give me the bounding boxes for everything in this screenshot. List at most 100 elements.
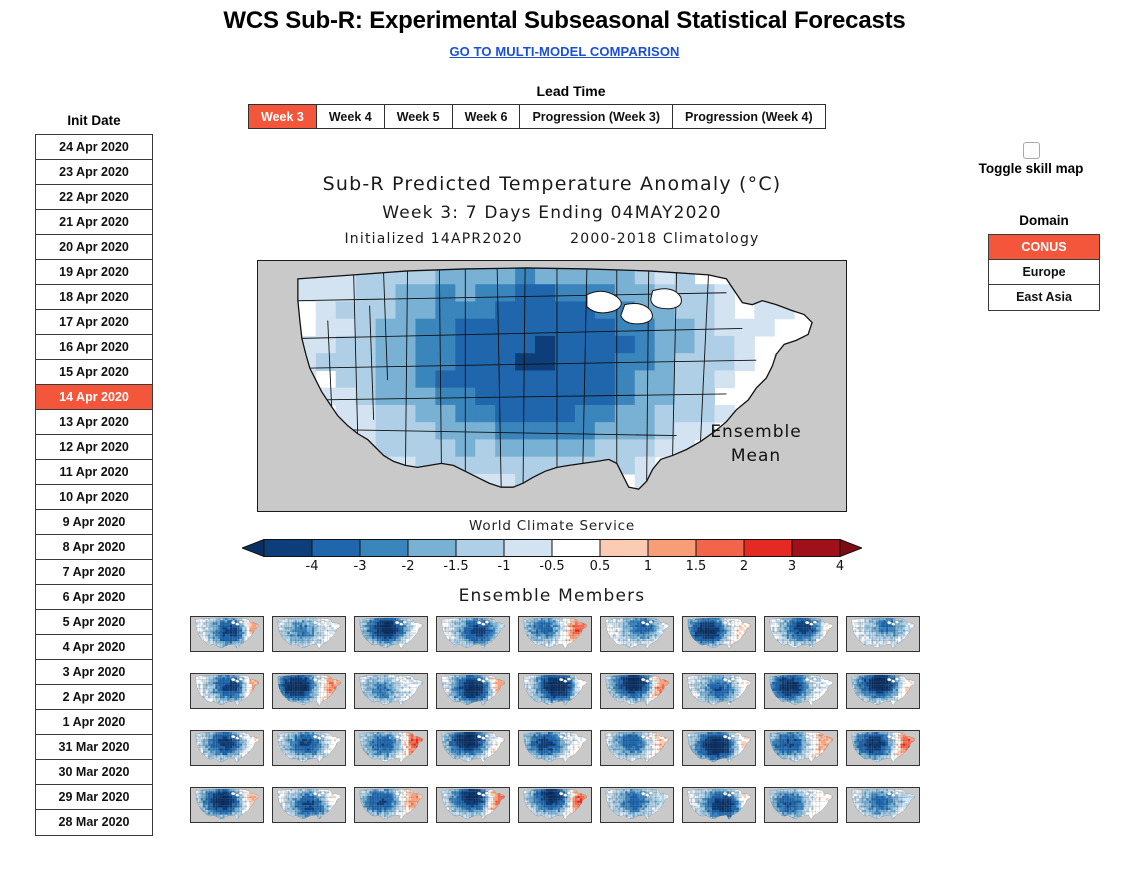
ensemble-member-thumbnail[interactable] <box>764 787 838 823</box>
ensemble-members-grid <box>182 616 928 823</box>
ensemble-member-thumbnail[interactable] <box>764 616 838 652</box>
figure-climatology-text: 2000-2018 Climatology <box>570 231 760 247</box>
ensemble-member-thumbnail[interactable] <box>600 616 674 652</box>
init-date-item[interactable]: 30 Mar 2020 <box>36 760 152 785</box>
ensemble-member-thumbnail[interactable] <box>436 616 510 652</box>
colorbar-tick: 1.5 <box>685 559 707 574</box>
init-date-item[interactable]: 3 Apr 2020 <box>36 660 152 685</box>
ensemble-member-thumbnail[interactable] <box>764 673 838 709</box>
ensemble-member-thumbnail[interactable] <box>518 730 592 766</box>
init-date-item[interactable]: 10 Apr 2020 <box>36 485 152 510</box>
lead-time-tab-2[interactable]: Week 4 <box>316 105 385 128</box>
init-date-item[interactable]: 15 Apr 2020 <box>36 360 152 385</box>
lead-time-tabs: Week 3 Week 4 Week 5 Week 6 Progression (Wee… <box>248 104 826 129</box>
colorbar-tick: -4 <box>305 559 319 574</box>
colorbar-tick: -1.5 <box>443 559 469 574</box>
ensemble-member-thumbnail[interactable] <box>518 616 592 652</box>
ensemble-member-thumbnail[interactable] <box>354 616 428 652</box>
colorbar: World Climate Service -4 -3 -2 -1.5 -1 -0.5 0.… <box>242 518 862 576</box>
ensemble-member-thumbnail[interactable] <box>272 730 346 766</box>
ensemble-member-thumbnail[interactable] <box>272 616 346 652</box>
ensemble-member-thumbnail[interactable] <box>682 730 756 766</box>
init-date-item[interactable]: 4 Apr 2020 <box>36 635 152 660</box>
colorbar-tick-labels: -4 -3 -2 -1.5 -1 -0.5 0.5 1 1.5 2 3 4 <box>242 559 862 575</box>
ensemble-member-thumbnail[interactable] <box>600 730 674 766</box>
colorbar-tick: 2 <box>739 559 749 574</box>
init-date-item[interactable]: 12 Apr 2020 <box>36 435 152 460</box>
ensemble-member-thumbnail[interactable] <box>846 673 920 709</box>
ensemble-member-thumbnail[interactable] <box>354 673 428 709</box>
domain-item-conus[interactable]: CONUS <box>989 235 1099 260</box>
colorbar-swatches <box>242 539 862 557</box>
ensemble-member-thumbnail[interactable] <box>436 673 510 709</box>
colorbar-tick: 1 <box>643 559 653 574</box>
ensemble-member-thumbnail[interactable] <box>846 730 920 766</box>
ensemble-member-thumbnail[interactable] <box>518 787 592 823</box>
page-title: WCS Sub-R: Experimental Subseasonal Stat… <box>223 7 906 34</box>
init-date-item[interactable]: 21 Apr 2020 <box>36 210 152 235</box>
app-root: WCS Sub-R: Experimental Subseasonal Stat… <box>0 0 1129 879</box>
ensemble-member-thumbnail[interactable] <box>600 787 674 823</box>
ensemble-member-thumbnail[interactable] <box>764 730 838 766</box>
ensemble-member-thumbnail[interactable] <box>190 730 264 766</box>
init-date-item[interactable]: 24 Apr 2020 <box>36 135 152 160</box>
ensemble-member-thumbnail[interactable] <box>682 616 756 652</box>
ensemble-member-thumbnail[interactable] <box>272 787 346 823</box>
figure-initialized-text: Initialized 14APR2020 <box>344 231 523 247</box>
forecast-figure: Sub-R Predicted Temperature Anomaly (°C)… <box>182 165 922 865</box>
main-map-wrap: Ensemble Mean <box>257 260 847 512</box>
domain-list: CONUS Europe East Asia <box>988 234 1100 311</box>
domain-label: Domain <box>1019 213 1069 228</box>
init-date-item[interactable]: 8 Apr 2020 <box>36 535 152 560</box>
ensemble-member-thumbnail[interactable] <box>190 787 264 823</box>
ensemble-member-thumbnail[interactable] <box>436 787 510 823</box>
lead-time-tab-4[interactable]: Week 6 <box>452 105 521 128</box>
init-date-item[interactable]: 16 Apr 2020 <box>36 335 152 360</box>
ensemble-member-thumbnail[interactable] <box>190 673 264 709</box>
init-date-item[interactable]: 2 Apr 2020 <box>36 685 152 710</box>
init-date-item[interactable]: 18 Apr 2020 <box>36 285 152 310</box>
init-date-item[interactable]: 28 Mar 2020 <box>36 810 152 835</box>
ensemble-member-thumbnail[interactable] <box>354 730 428 766</box>
toggle-skill-map-checkbox[interactable] <box>1023 142 1040 159</box>
lead-time-tab-1[interactable]: Week 3 <box>249 105 317 128</box>
ensemble-member-thumbnail[interactable] <box>190 616 264 652</box>
lead-time-tab-5[interactable]: Progression (Week 3) <box>520 105 674 128</box>
init-date-item[interactable]: 13 Apr 2020 <box>36 410 152 435</box>
lead-time-tab-3[interactable]: Week 5 <box>384 105 453 128</box>
ensemble-member-thumbnail[interactable] <box>272 673 346 709</box>
domain-item-east-asia[interactable]: East Asia <box>989 285 1099 310</box>
ensemble-member-thumbnail[interactable] <box>682 787 756 823</box>
ensemble-member-thumbnail[interactable] <box>518 673 592 709</box>
init-date-item[interactable]: 6 Apr 2020 <box>36 585 152 610</box>
ensemble-member-thumbnail[interactable] <box>354 787 428 823</box>
lead-time-tab-6[interactable]: Progression (Week 4) <box>673 105 825 128</box>
ensemble-mean-map[interactable] <box>257 260 847 512</box>
ensemble-members-heading: Ensemble Members <box>458 586 646 606</box>
init-date-list: 24 Apr 2020 23 Apr 2020 22 Apr 2020 21 Apr … <box>35 134 153 836</box>
ensemble-member-thumbnail[interactable] <box>436 730 510 766</box>
init-date-item[interactable]: 7 Apr 2020 <box>36 560 152 585</box>
multi-model-comparison-link[interactable]: GO TO MULTI-MODEL COMPARISON <box>449 44 679 59</box>
init-date-item[interactable]: 5 Apr 2020 <box>36 610 152 635</box>
ensemble-member-thumbnail[interactable] <box>682 673 756 709</box>
init-date-item[interactable]: 11 Apr 2020 <box>36 460 152 485</box>
init-date-item[interactable]: 20 Apr 2020 <box>36 235 152 260</box>
init-date-item[interactable]: 1 Apr 2020 <box>36 710 152 735</box>
init-date-item[interactable]: 17 Apr 2020 <box>36 310 152 335</box>
init-date-item[interactable]: 9 Apr 2020 <box>36 510 152 535</box>
init-date-item[interactable]: 23 Apr 2020 <box>36 160 152 185</box>
colorbar-tick: -0.5 <box>539 559 565 574</box>
toggle-skill-map-label: Toggle skill map <box>978 161 1084 176</box>
init-date-item[interactable]: 31 Mar 2020 <box>36 735 152 760</box>
domain-item-europe[interactable]: Europe <box>989 260 1099 285</box>
multi-model-comparison-link-wrap: GO TO MULTI-MODEL COMPARISON <box>0 43 1129 61</box>
ensemble-member-thumbnail[interactable] <box>846 787 920 823</box>
init-date-item[interactable]: 22 Apr 2020 <box>36 185 152 210</box>
init-date-item[interactable]: 14 Apr 2020 <box>36 385 152 410</box>
lead-time-label: Lead Time <box>536 83 606 99</box>
ensemble-member-thumbnail[interactable] <box>600 673 674 709</box>
init-date-item[interactable]: 29 Mar 2020 <box>36 785 152 810</box>
init-date-item[interactable]: 19 Apr 2020 <box>36 260 152 285</box>
ensemble-member-thumbnail[interactable] <box>846 616 920 652</box>
